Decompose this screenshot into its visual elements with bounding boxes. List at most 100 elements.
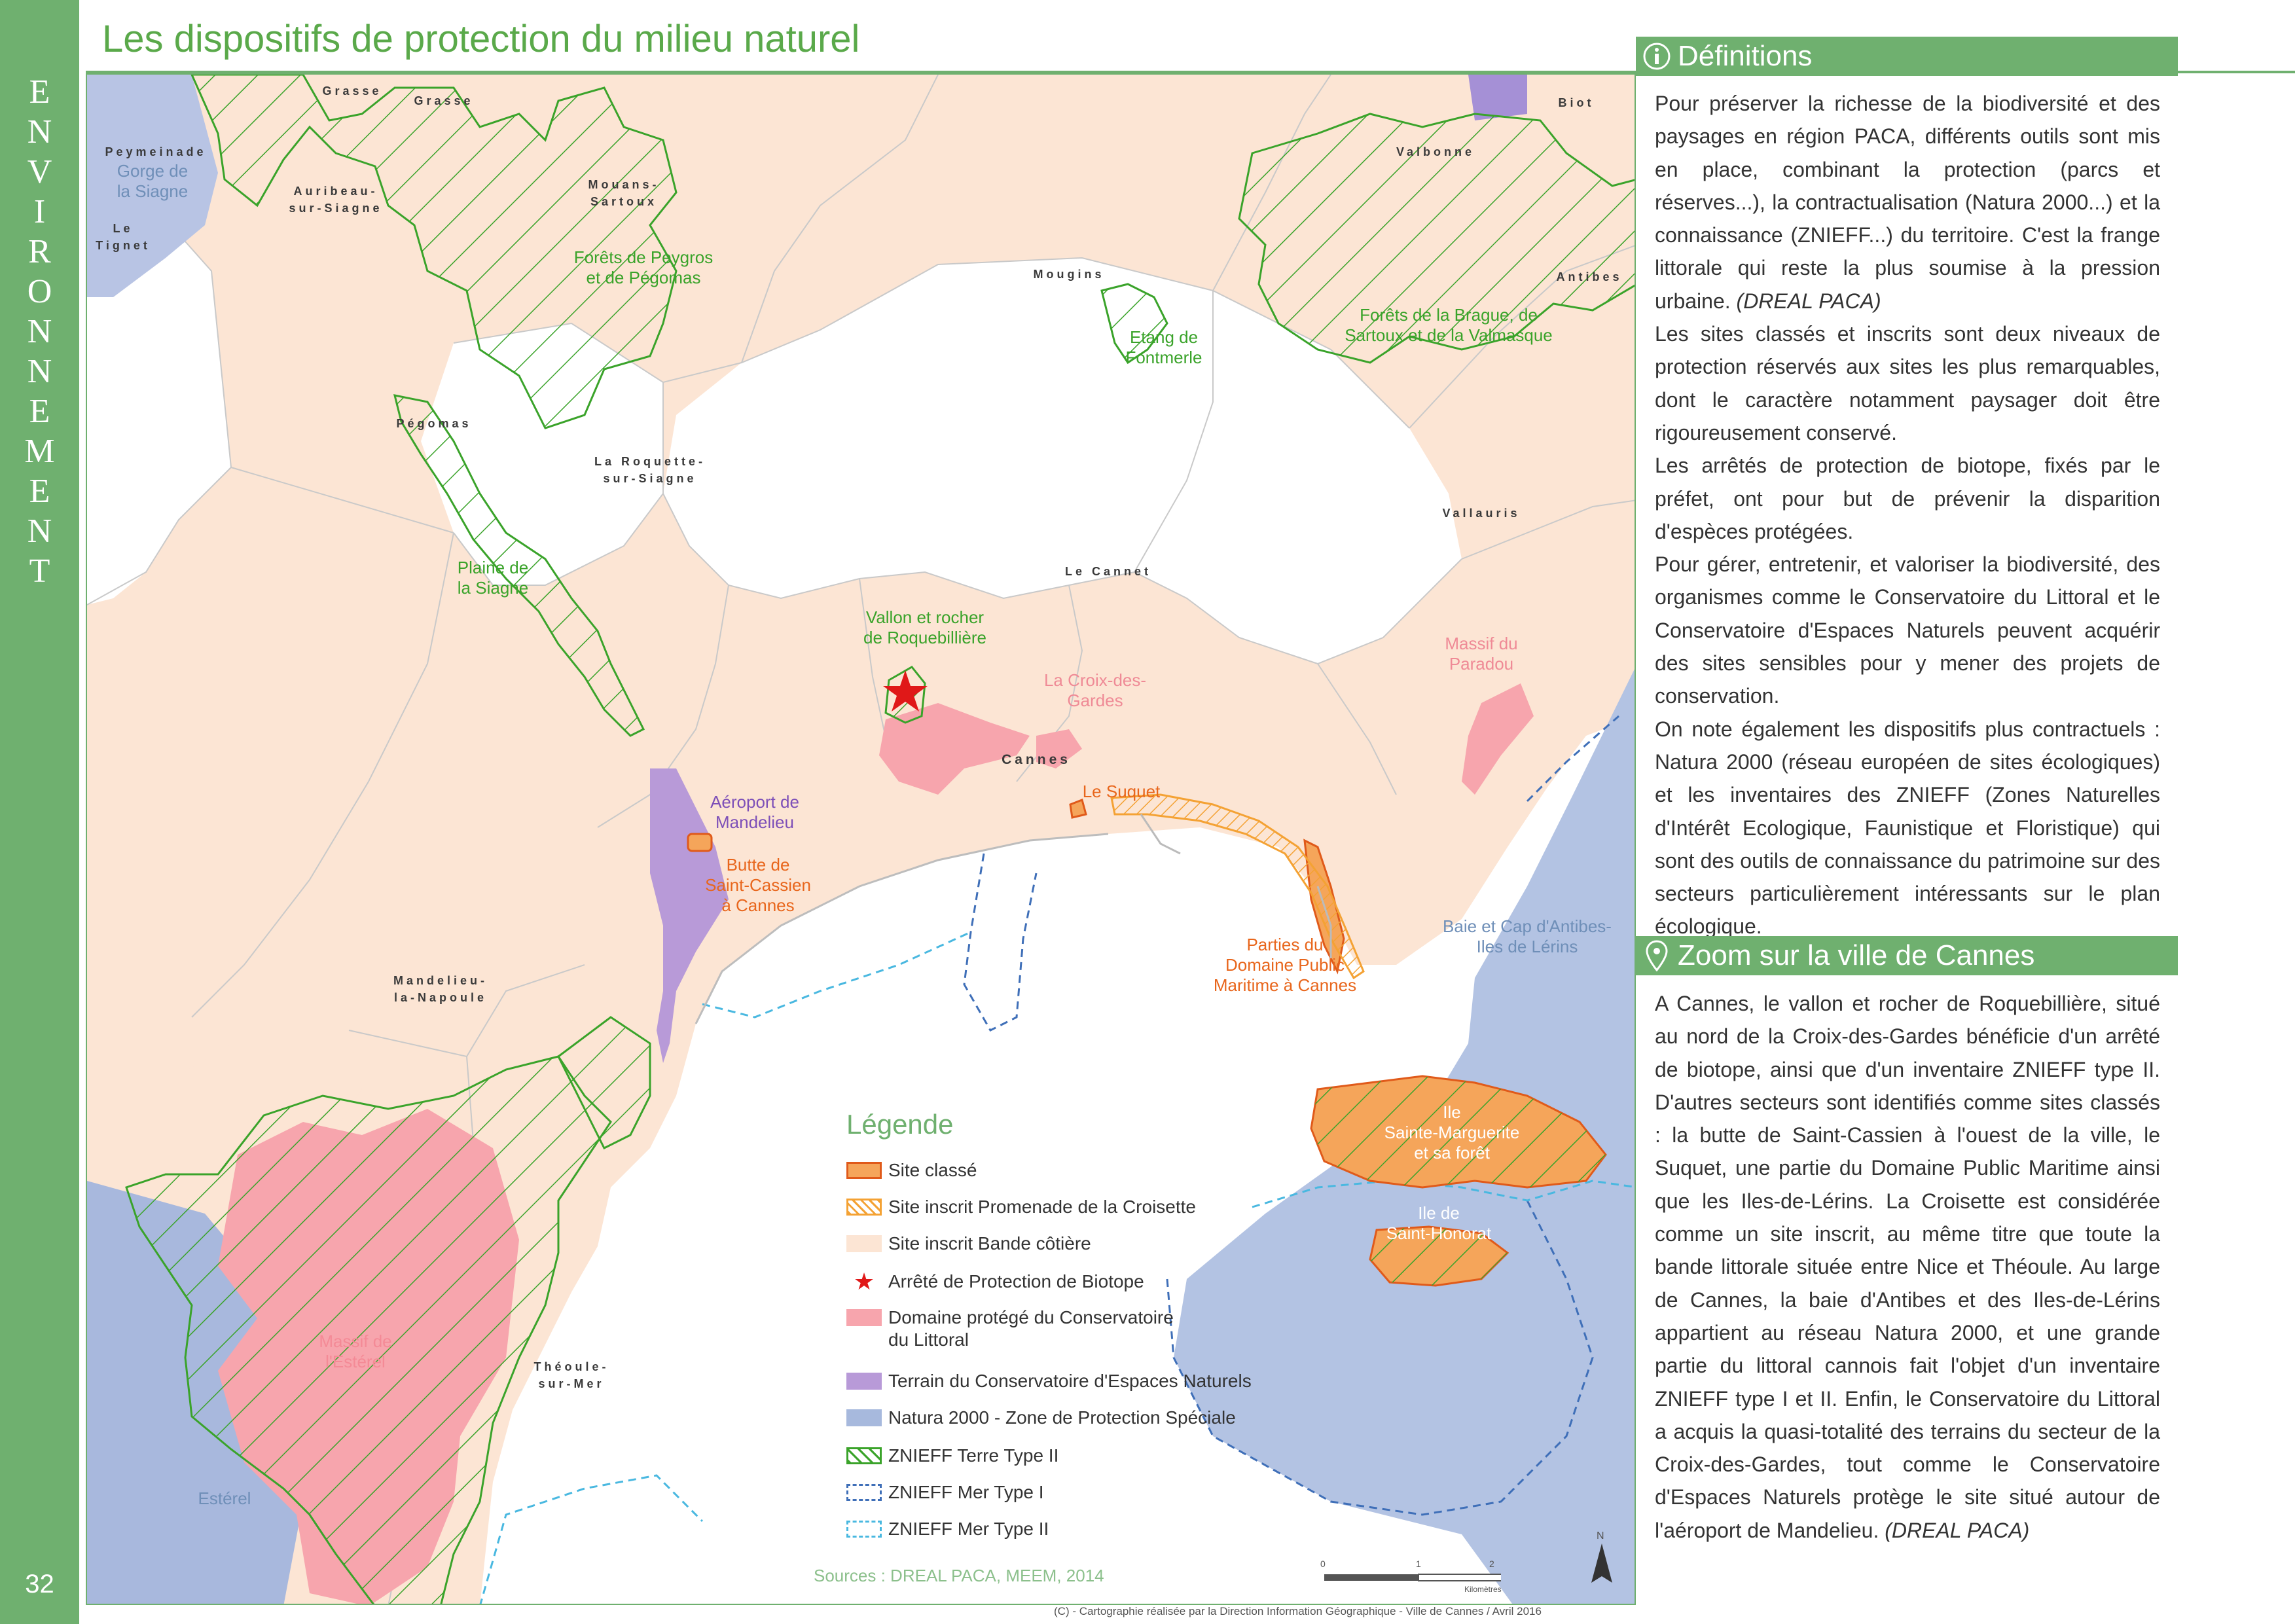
section-title-vertical: E N V I R O N N E M E N T xyxy=(0,72,79,591)
label-butte-saint-cassien: Butte de Saint-Cassien à Cannes xyxy=(705,855,811,915)
scale-segment xyxy=(1418,1574,1501,1581)
legend-item: ZNIEFF Mer Type II xyxy=(846,1515,1049,1543)
scale-bar: 0 1 2 Kilomètres xyxy=(1318,1559,1502,1598)
legend-label: Site inscrit Bande côtière xyxy=(888,1233,1091,1254)
site-classe-swatch xyxy=(846,1162,882,1179)
place-vallauris: Vallauris xyxy=(1442,507,1521,520)
sidebar-letter: V xyxy=(27,153,52,190)
sidebar-letter: I xyxy=(33,193,46,230)
znieff-mer-2-swatch xyxy=(846,1521,882,1538)
place-auribeau: Auribeau- sur-Siagne xyxy=(289,185,383,215)
label-le-suquet: Le Suquet xyxy=(1082,782,1161,801)
site-inscrit-croisette-swatch xyxy=(846,1199,882,1216)
zoom-header: Zoom sur la ville de Cannes xyxy=(1636,936,2178,975)
scale-tick-label: 0 xyxy=(1320,1559,1326,1569)
legend-label: Domaine protégé du Conservatoire du Litt… xyxy=(888,1307,1174,1350)
label-vallon-roquebilliere: Vallon et rocher de Roquebillière xyxy=(863,607,986,647)
sidebar-letter: M xyxy=(24,433,55,470)
definitions-paragraph: Les sites classés et inscrits sont deux … xyxy=(1655,322,2160,444)
legend-item: ZNIEFF Terre Type II xyxy=(846,1441,1058,1470)
site-inscrit-bande-swatch xyxy=(846,1235,882,1252)
label-plaine-siagne: Plaine de la Siagne xyxy=(457,558,529,598)
legend-item: ZNIEFF Mer Type I xyxy=(846,1478,1044,1507)
map-sources: Sources : DREAL PACA, MEEM, 2014 xyxy=(814,1566,1104,1585)
legend-label: ZNIEFF Mer Type II xyxy=(888,1519,1049,1539)
definitions-paragraph: On note également les dispositifs plus c… xyxy=(1655,717,2160,939)
sidebar-letter: N xyxy=(27,313,52,350)
legend-label: Natura 2000 - Zone de Protection Spécial… xyxy=(888,1407,1236,1428)
legend-item: Domaine protégé du Conservatoire du Litt… xyxy=(846,1307,1174,1359)
map-credits: (C) - Cartographie réalisée par la Direc… xyxy=(1054,1605,1542,1617)
legend-item: Terrain du Conservatoire d'Espaces Natur… xyxy=(846,1367,1252,1396)
label-forets-brague: Forêts de la Brague, de Sartoux et de la… xyxy=(1345,305,1553,345)
place-biot: Biot xyxy=(1558,96,1595,109)
legend-label: Arrêté de Protection de Biotope xyxy=(888,1271,1144,1291)
definitions-text: Pour préserver la richesse de la biodive… xyxy=(1655,87,2160,943)
znieff-terre-swatch xyxy=(846,1447,882,1464)
place-peymeinade: Peymeinade xyxy=(105,145,207,158)
sidebar-letter: N xyxy=(27,513,52,550)
star-icon: ★ xyxy=(853,1268,875,1295)
map-panel: Grasse Grasse Biot Peymeinade Auribeau- … xyxy=(86,73,1636,1605)
label-ile-saint-honorat: Ile de Saint-Honorat xyxy=(1386,1203,1492,1243)
label-etang-fontmerle: Etang de Fontmerle xyxy=(1125,327,1202,367)
zoom-source: (DREAL PACA) xyxy=(1885,1518,2030,1542)
label-esterel: Estérel xyxy=(198,1489,251,1508)
location-pin-icon xyxy=(1636,936,1678,975)
conservatoire-espaces-swatch xyxy=(846,1373,882,1390)
site-classe-butte xyxy=(687,833,713,852)
definitions-paragraph: Pour préserver la richesse de la biodive… xyxy=(1655,92,2160,313)
definitions-source: (DREAL PACA) xyxy=(1736,289,1881,313)
label-gorge-siagne: Gorge de la Siagne xyxy=(117,161,189,201)
sidebar-letter: E xyxy=(29,393,50,430)
legend-label: Site classé xyxy=(888,1160,977,1180)
section-sidebar: E N V I R O N N E M E N T 32 xyxy=(0,0,79,1624)
place-cannes: Cannes xyxy=(1002,752,1071,767)
place-pegomas: Pégomas xyxy=(396,417,472,430)
place-le-cannet: Le Cannet xyxy=(1064,565,1151,578)
place-mandelieu: Mandelieu- la-Napoule xyxy=(393,974,488,1004)
legend-item: Site inscrit Bande côtière xyxy=(846,1229,1091,1258)
zoom-paragraph: A Cannes, le vallon et rocher de Roquebi… xyxy=(1655,992,2160,1542)
label-croix-des-gardes: La Croix-des- Gardes xyxy=(1043,670,1147,710)
info-icon xyxy=(1636,37,1678,76)
sidebar-letter: T xyxy=(29,552,50,590)
scale-tick-label: 1 xyxy=(1416,1559,1421,1569)
legend-item: Natura 2000 - Zone de Protection Spécial… xyxy=(846,1403,1236,1432)
north-arrow-icon xyxy=(1591,1543,1612,1583)
label-massif-esterel: Massif de l'Estérel xyxy=(319,1331,392,1371)
label-baie-cap-antibes: Baie et Cap d'Antibes- Iles de Lérins xyxy=(1443,916,1612,956)
place-la-roquette: La Roquette- sur-Siagne xyxy=(594,455,706,485)
legend-title: Légende xyxy=(846,1109,954,1140)
scale-unit-label: Kilomètres xyxy=(1464,1585,1502,1594)
site-classe-suquet xyxy=(1069,798,1087,819)
page-title: Les dispositifs de protection du milieu … xyxy=(102,18,860,60)
place-valbonne: Valbonne xyxy=(1396,145,1475,158)
definitions-paragraph: Pour gérer, entretenir, et valoriser la … xyxy=(1655,552,2160,708)
znieff-mer-1-swatch xyxy=(846,1484,882,1501)
definitions-header: Définitions xyxy=(1636,37,2178,76)
place-le-tignet: Le Tignet xyxy=(96,222,151,252)
label-aeroport-mandelieu: Aéroport de Mandelieu xyxy=(710,792,799,832)
place-antibes: Antibes xyxy=(1556,270,1623,283)
zoom-text: A Cannes, le vallon et rocher de Roquebi… xyxy=(1655,987,2160,1547)
legend-label: Site inscrit Promenade de la Croisette xyxy=(888,1197,1196,1217)
sidebar-letter: N xyxy=(27,113,52,151)
place-grasse: Grasse xyxy=(322,84,382,98)
north-label: N xyxy=(1597,1530,1604,1542)
place-grasse: Grasse xyxy=(414,94,474,107)
legend-label: Terrain du Conservatoire d'Espaces Natur… xyxy=(888,1371,1252,1391)
sidebar-letter: N xyxy=(27,353,52,390)
page-number: 32 xyxy=(25,1570,54,1598)
sidebar-letter: R xyxy=(28,233,51,270)
sidebar-letter: E xyxy=(29,473,50,510)
conservatoire-littoral-swatch xyxy=(846,1309,882,1326)
label-ile-sainte-marguerite: Ile Sainte-Marguerite et sa forêt xyxy=(1384,1102,1520,1163)
sidebar-letter: E xyxy=(29,73,50,111)
legend-label: ZNIEFF Terre Type II xyxy=(888,1445,1059,1466)
label-forets-peygros: Forêts de Peygros et de Pégomas xyxy=(573,247,714,287)
legend-item: ★ Arrêté de Protection de Biotope xyxy=(846,1267,1144,1296)
scale-tick-label: 2 xyxy=(1489,1559,1494,1569)
scale-segment xyxy=(1324,1574,1419,1581)
natura-swatch xyxy=(846,1409,882,1426)
